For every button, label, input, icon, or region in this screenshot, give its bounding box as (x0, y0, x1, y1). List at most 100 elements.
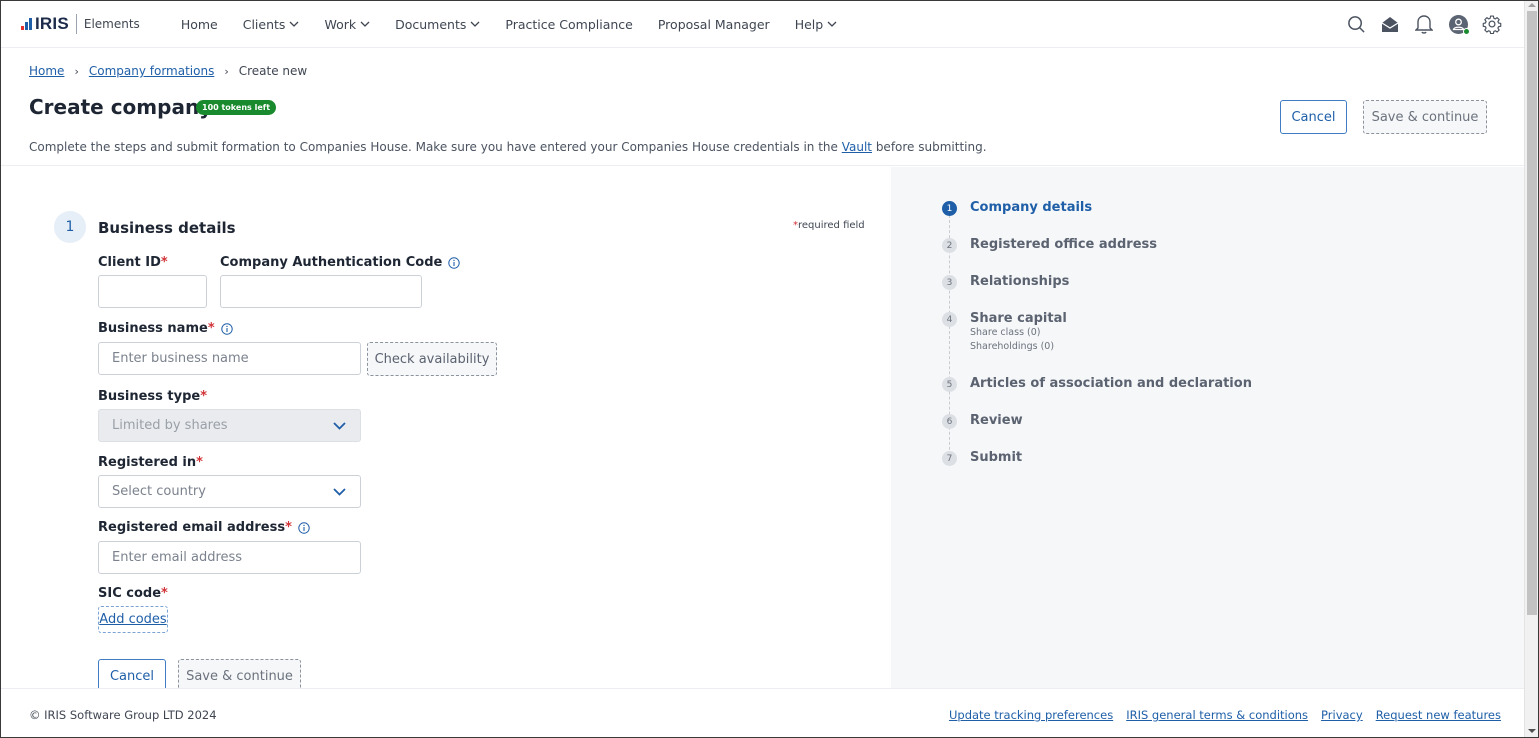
nav-menu: Home Clients Work Documents Practice Com… (181, 17, 862, 32)
nav-item-documents[interactable]: Documents (395, 17, 480, 32)
required-star: * (196, 455, 203, 470)
required-note-text: required field (798, 220, 865, 231)
info-icon[interactable] (448, 256, 461, 269)
tokens-badge: 100 tokens left (196, 100, 277, 115)
iris-logo[interactable]: IRIS Elements (21, 14, 140, 34)
step-subitem-share-class: Share class (0) (970, 327, 1041, 338)
user-avatar-icon[interactable] (1447, 13, 1470, 35)
form-cancel-button[interactable]: Cancel (98, 659, 166, 688)
step-number: 3 (942, 275, 957, 290)
auth-code-label: Company Authentication Code (220, 255, 461, 270)
nav-item-practice-compliance[interactable]: Practice Compliance (505, 17, 632, 32)
settings-gear-icon[interactable] (1481, 13, 1503, 35)
header-save-continue-button[interactable]: Save & continue (1363, 100, 1487, 134)
section-title: Business details (98, 219, 236, 237)
required-field-note: *required field (793, 220, 865, 231)
footer-link-privacy[interactable]: Privacy (1321, 708, 1363, 722)
stepper-step-relationships[interactable]: 3 Relationships (942, 274, 1069, 290)
nav-item-home[interactable]: Home (181, 17, 218, 32)
footer-link-terms[interactable]: IRIS general terms & conditions (1126, 708, 1308, 722)
description-text: Complete the steps and submit formation … (29, 140, 842, 154)
breadcrumb-current: Create new (238, 64, 308, 78)
nav-item-label: Home (180, 16, 218, 32)
search-icon[interactable] (1345, 13, 1367, 35)
section-step-number: 1 (54, 211, 86, 243)
brand-name: IRIS (35, 14, 69, 33)
product-name: Elements (83, 17, 140, 31)
avatar (1448, 14, 1470, 35)
scrollbar-thumb[interactable] (1527, 11, 1537, 615)
required-star: * (285, 520, 292, 535)
top-navigation: IRIS Elements Home Clients Work Document… (1, 1, 1525, 48)
description-text: before submitting. (872, 140, 987, 154)
select-placeholder: Select country (112, 484, 206, 499)
info-icon[interactable] (220, 322, 233, 335)
check-availability-button[interactable]: Check availability (367, 342, 497, 376)
step-title: Company details (970, 200, 1093, 215)
header-cancel-button[interactable]: Cancel (1280, 100, 1347, 134)
nav-item-work[interactable]: Work (324, 17, 370, 32)
registered-in-select[interactable]: Select country (98, 475, 361, 508)
breadcrumb-separator-icon: › (74, 64, 79, 78)
nav-item-clients[interactable]: Clients (243, 17, 300, 32)
vault-link[interactable]: Vault (842, 140, 872, 154)
form-save-continue-button[interactable]: Save & continue (178, 659, 301, 688)
messages-icon[interactable] (1379, 13, 1401, 35)
step-title: Registered office address (970, 237, 1157, 252)
step-number: 4 (942, 312, 957, 327)
input-placeholder: Enter business name (112, 351, 249, 366)
nav-item-help[interactable]: Help (795, 17, 838, 32)
stepper-step-articles[interactable]: 5 Articles of association and declaratio… (942, 376, 1252, 392)
email-input[interactable]: Enter email address (98, 541, 361, 574)
chevron-down-icon (333, 421, 346, 430)
label-text: Business type (98, 389, 201, 404)
nav-item-label: Proposal Manager (657, 16, 770, 32)
stepper-step-share-capital[interactable]: 4 Share capital Share class (0) Sharehol… (942, 311, 1067, 354)
footer-links: Update tracking preferences IRIS general… (936, 708, 1501, 722)
business-type-select: Limited by shares (98, 409, 361, 442)
nav-item-proposal-manager[interactable]: Proposal Manager (658, 17, 770, 32)
stepper-step-review[interactable]: 6 Review (942, 413, 1023, 429)
select-value: Limited by shares (112, 418, 228, 433)
required-star: * (160, 255, 168, 270)
stepper-step-company-details[interactable]: 1 Company details (942, 200, 1092, 216)
info-icon[interactable] (298, 521, 310, 534)
breadcrumb: Home › Company formations › Create new (29, 64, 307, 78)
nav-item-label: Clients (242, 16, 286, 32)
add-codes-link[interactable]: Add codes (98, 606, 168, 633)
chevron-down-icon (827, 21, 837, 27)
page-title: Create company (29, 95, 213, 119)
business-details-form: 1 Business details *required field Clien… (1, 167, 891, 688)
business-type-label: Business type * (98, 389, 207, 404)
step-subitem-shareholdings: Shareholdings (0) (970, 341, 1055, 352)
stepper-step-submit[interactable]: 7 Submit (942, 450, 1022, 466)
stepper-step-registered-office[interactable]: 2 Registered office address (942, 237, 1157, 253)
step-number: 6 (942, 414, 957, 429)
step-title: Relationships (970, 274, 1070, 289)
chevron-down-icon (289, 21, 299, 27)
input-placeholder: Enter email address (112, 550, 243, 565)
label-text: Registered in (98, 455, 197, 470)
label-text: Registered email address (98, 520, 286, 535)
client-id-input[interactable] (98, 275, 207, 308)
email-label: Registered email address * (98, 520, 310, 535)
breadcrumb-company-formations[interactable]: Company formations (89, 64, 214, 78)
footer-link-request-features[interactable]: Request new features (1376, 708, 1501, 722)
breadcrumb-home[interactable]: Home (29, 64, 64, 78)
chevron-down-icon (470, 21, 480, 27)
business-name-label: Business name * (98, 321, 233, 336)
business-name-input[interactable]: Enter business name (98, 342, 361, 375)
notifications-bell-icon[interactable] (1413, 13, 1435, 35)
label-text: SIC code (98, 586, 162, 601)
progress-stepper: 1 Company details 2 Registered office ad… (891, 167, 1525, 688)
step-title: Articles of association and declaration (970, 376, 1252, 391)
scroll-up-arrow-icon[interactable] (1528, 3, 1536, 7)
required-star: * (161, 586, 168, 601)
scroll-down-arrow-icon[interactable] (1528, 729, 1536, 733)
required-star: * (200, 389, 208, 404)
step-number: 7 (942, 451, 957, 466)
page-scrollbar[interactable] (1524, 1, 1538, 737)
auth-code-input[interactable] (220, 275, 422, 308)
step-title: Submit (970, 450, 1023, 465)
footer-link-tracking-preferences[interactable]: Update tracking preferences (949, 708, 1113, 722)
